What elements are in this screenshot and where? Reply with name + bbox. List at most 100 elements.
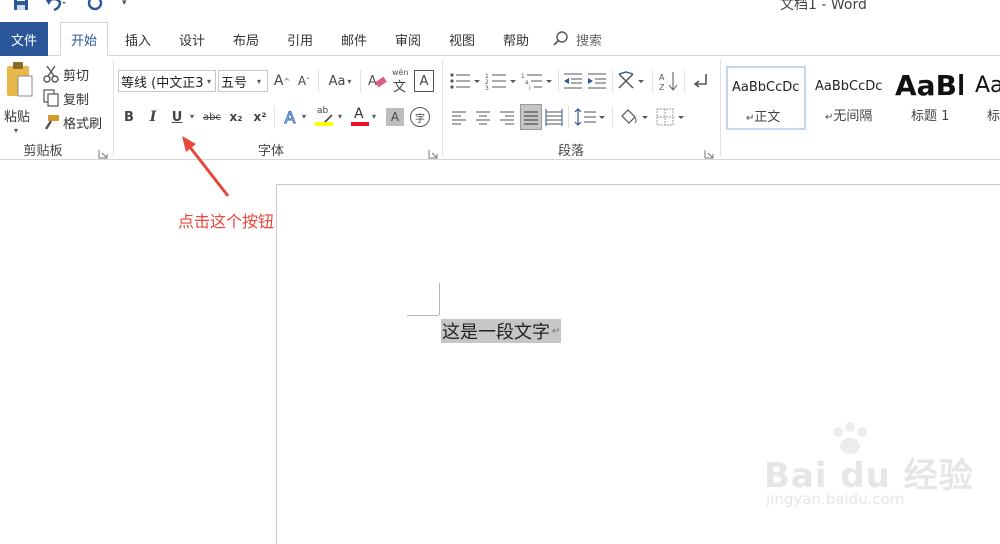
font-group: 等线 (中文正3 ▾ 五号 ▾ A ^ Aˇ Aa ▾ A wén 文 A B I U … [116, 56, 442, 160]
svg-text:Z: Z [659, 83, 665, 92]
clear-formatting-button[interactable]: A [366, 70, 388, 92]
svg-text:i: i [529, 85, 531, 92]
redo-icon[interactable] [86, 0, 104, 12]
increase-indent-icon [586, 73, 608, 96]
tab-layout[interactable]: 布局 [224, 22, 268, 56]
numbering-button[interactable]: 123 [484, 70, 520, 92]
sort-button[interactable]: AZ [658, 70, 680, 92]
subscript-button[interactable]: x₂ [226, 106, 246, 128]
phonetic-guide-label: 文 [393, 80, 407, 95]
align-left-button[interactable] [450, 106, 468, 128]
tab-help[interactable]: 帮助 [494, 22, 538, 56]
font-name-combo[interactable]: 等线 (中文正3 ▾ [118, 70, 216, 92]
divider [684, 70, 685, 92]
distributed-button[interactable] [544, 106, 564, 128]
tab-file[interactable]: 文件 [0, 22, 48, 56]
tab-design[interactable]: 设计 [170, 22, 214, 56]
svg-text:3: 3 [485, 85, 489, 92]
copy-button[interactable]: 复制 [42, 88, 108, 108]
paragraph-group-label: 段落 [557, 144, 584, 159]
highlight-dropdown-icon[interactable]: ▾ [338, 112, 342, 121]
underline-button[interactable]: U [168, 106, 186, 128]
align-right-button[interactable] [498, 106, 516, 128]
customize-icon[interactable]: ▾ [122, 0, 132, 8]
group-divider [113, 60, 114, 156]
divider [652, 70, 653, 92]
paint-bucket-icon [618, 109, 652, 132]
document-text-selection[interactable]: 这是一段文字 ↵ [441, 319, 562, 343]
style-name: 标题 1 [911, 109, 950, 124]
line-spacing-button[interactable] [574, 106, 608, 128]
text-effects-button[interactable]: A [280, 106, 300, 128]
font-color-dropdown-icon[interactable]: ▾ [372, 112, 376, 121]
superscript-button[interactable]: x² [250, 106, 270, 128]
phonetic-guide-button[interactable]: wén 文 [390, 68, 412, 95]
tab-insert[interactable]: 插入 [116, 22, 160, 56]
clipboard-group-label: 剪贴板 [23, 144, 63, 159]
grow-font-icon: A [273, 73, 284, 89]
divider [568, 106, 569, 128]
font-size-combo[interactable]: 五号 ▾ [218, 70, 268, 92]
highlight-button[interactable]: ab [314, 106, 336, 128]
eraser-icon: A [366, 74, 388, 96]
clipboard-group: 粘贴 ▾ 剪切 复制 格式刷 剪贴板 [0, 56, 112, 160]
align-center-button[interactable] [474, 106, 492, 128]
character-border-button[interactable]: A [414, 70, 434, 92]
scissors-icon [42, 65, 60, 83]
paste-dropdown-icon: ▾ [14, 126, 19, 135]
strikethrough-button[interactable]: abc [200, 106, 224, 128]
underline-dropdown-icon[interactable]: ▾ [190, 112, 194, 121]
tab-mailings[interactable]: 邮件 [332, 22, 376, 56]
clipboard-launcher-icon[interactable] [98, 144, 108, 159]
style-heading-2[interactable]: Aa 标 [968, 66, 1000, 130]
sort-icon: AZ [658, 72, 680, 96]
tab-home[interactable]: 开始 [60, 22, 108, 57]
paragraph-launcher-icon[interactable] [704, 144, 714, 159]
justify-button[interactable] [520, 104, 542, 130]
divider [318, 70, 319, 92]
undo-icon[interactable] [44, 0, 66, 12]
borders-button[interactable] [654, 106, 688, 128]
chinese-layout-button[interactable] [616, 70, 650, 92]
numbered-list-icon: 123 [484, 73, 520, 96]
font-color-button[interactable]: A [350, 106, 370, 128]
tell-me-search[interactable]: 搜索 [552, 28, 642, 50]
style-no-spacing[interactable]: AaBbCcDc ↵无间隔 [810, 66, 890, 130]
change-case-icon: Aa [328, 73, 346, 89]
chevron-down-icon: ▾ [257, 76, 262, 86]
italic-button[interactable]: I [144, 106, 162, 128]
ribbon-home: 粘贴 ▾ 剪切 复制 格式刷 剪贴板 等线 (中文正3 ▾ 五号 ▾ A ^ Aˇ A… [0, 56, 1000, 160]
decrease-indent-button[interactable] [562, 70, 584, 92]
style-heading-1[interactable]: AaBl 标题 1 [892, 66, 964, 130]
shading-button[interactable] [618, 106, 652, 128]
multilevel-list-button[interactable]: 1ai [520, 70, 556, 92]
tab-references[interactable]: 引用 [278, 22, 322, 56]
show-marks-button[interactable] [690, 70, 712, 92]
bullets-button[interactable] [448, 70, 484, 92]
shrink-font-button[interactable]: Aˇ [294, 70, 314, 92]
annotation-label: 点击这个按钮 [178, 212, 275, 231]
style-normal[interactable]: AaBbCcDc ↵正文 [726, 66, 806, 130]
distributed-icon [544, 109, 564, 132]
chevron-down-icon: ▾ [207, 76, 212, 86]
cut-button[interactable]: 剪切 [42, 64, 108, 84]
character-shading-button[interactable]: A [386, 108, 404, 126]
search-placeholder: 搜索 [576, 33, 603, 49]
bold-button[interactable]: B [120, 106, 138, 128]
tab-view[interactable]: 视图 [440, 22, 484, 56]
change-case-button[interactable]: Aa ▾ [324, 70, 356, 92]
text-effects-dropdown-icon[interactable]: ▾ [302, 112, 306, 121]
shrink-font-icon: A [297, 74, 307, 88]
font-launcher-icon[interactable] [428, 144, 438, 159]
watermark-url: jingyan.baidu.com [766, 490, 905, 508]
format-painter-button[interactable]: 格式刷 [42, 112, 110, 132]
divider [612, 70, 613, 92]
paste-button[interactable]: 粘贴 ▾ [2, 62, 38, 138]
tab-review[interactable]: 审阅 [386, 22, 430, 56]
document-area: 这是一段文字 ↵ 点击这个按钮 Bai du 经验 jingyan.baidu.… [0, 136, 1000, 544]
increase-indent-button[interactable] [586, 70, 608, 92]
save-icon[interactable] [12, 0, 30, 12]
enclose-characters-button[interactable]: 字 [410, 107, 430, 127]
grow-font-button[interactable]: A ^ [272, 70, 292, 92]
paragraph-mark: ↵ [552, 325, 561, 337]
